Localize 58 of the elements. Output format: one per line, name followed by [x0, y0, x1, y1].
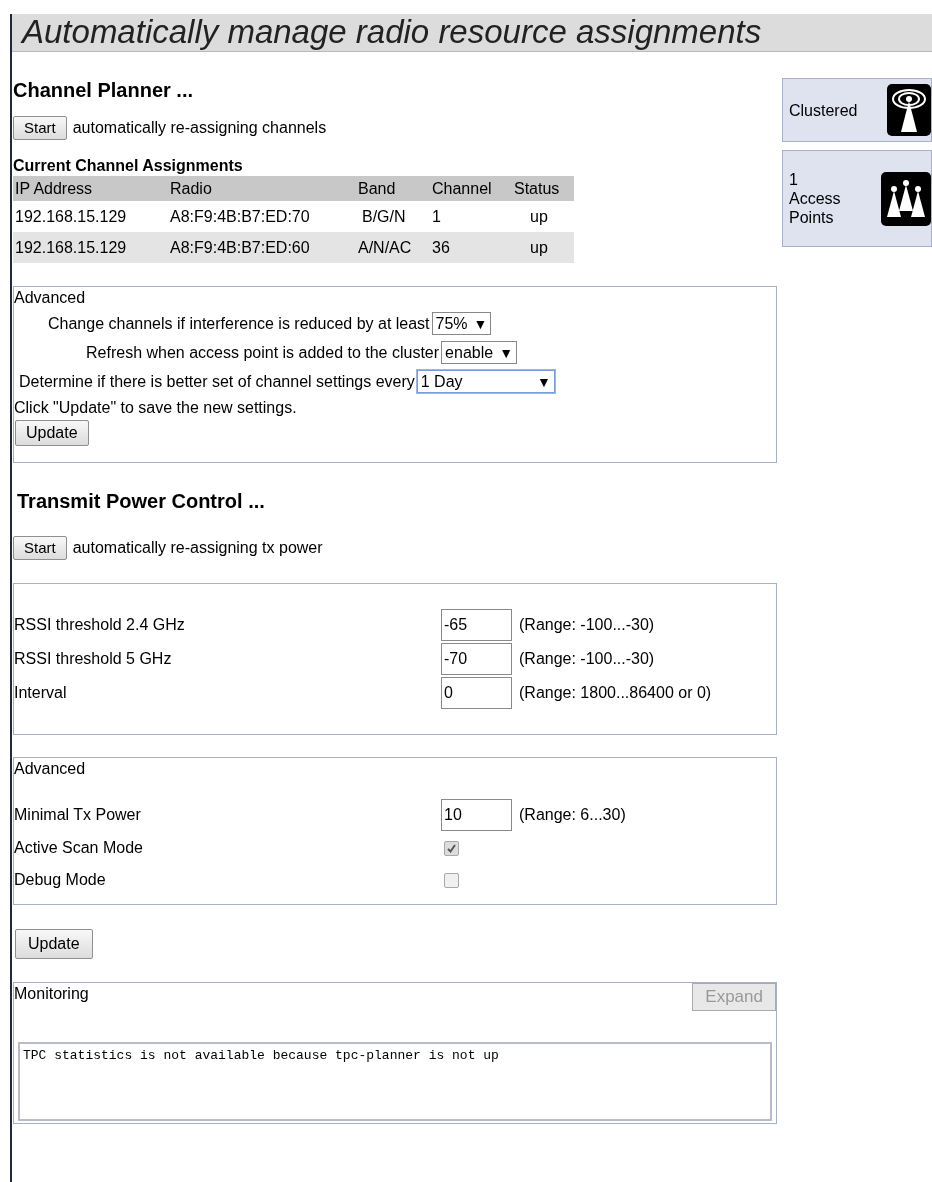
- field-label: Interval: [14, 683, 68, 703]
- start-button[interactable]: Start: [13, 116, 67, 140]
- status-text: Access: [789, 189, 841, 208]
- update-button[interactable]: Update: [15, 929, 93, 959]
- field-label: Minimal Tx Power: [14, 805, 142, 825]
- table-cell-text: 36: [431, 237, 451, 258]
- group-legend: Advanced: [14, 758, 776, 798]
- section-heading: Channel Planner ...: [13, 78, 195, 102]
- text-input[interactable]: 0: [441, 677, 512, 709]
- text-input[interactable]: -65: [441, 609, 512, 641]
- table-cell-text: A8:F9:4B:B7:ED:60: [169, 237, 311, 258]
- range-hint: (Range: 6...30): [519, 805, 626, 825]
- field-label: RSSI threshold 2.4 GHz: [14, 615, 186, 635]
- text-input[interactable]: -70: [441, 643, 512, 675]
- output-text-area: TPC statistics is not available because tpc-planner is not up: [18, 1042, 772, 1121]
- dropdown[interactable]: 1 Day ▼: [416, 370, 555, 393]
- table-cell-text: A8:F9:4B:B7:ED:70: [169, 206, 311, 227]
- status-text: 1: [789, 170, 799, 189]
- table-cell-text: B/G/N: [361, 206, 407, 227]
- setting-label: Refresh when access point is added to the cluster: [86, 342, 440, 363]
- access-points-icon: [881, 171, 931, 226]
- text-input[interactable]: 10: [441, 799, 512, 831]
- range-hint: (Range: -100...-30): [519, 649, 655, 669]
- column-header: Radio: [169, 178, 213, 199]
- status-text: Clustered: [789, 100, 858, 120]
- antenna-icon: [887, 84, 931, 136]
- group-legend: Advanced: [14, 287, 776, 309]
- column-header: Band: [357, 178, 397, 199]
- start-button[interactable]: Start: [13, 536, 67, 560]
- column-header: Channel: [431, 178, 493, 199]
- checkbox[interactable]: [444, 840, 459, 856]
- table-cell-text: 192.168.15.129: [14, 206, 128, 227]
- section-heading: Transmit Power Control ...: [16, 489, 266, 513]
- column-header: Status: [513, 178, 561, 199]
- checkbox[interactable]: [444, 872, 459, 888]
- page-title: Automatically manage radio resource assignments: [12, 14, 932, 52]
- description-text: automatically re-assigning tx power: [72, 538, 323, 558]
- dropdown[interactable]: 75% ▼: [431, 312, 492, 335]
- description-text: automatically re-assigning channels: [72, 118, 327, 138]
- field-label: RSSI threshold 5 GHz: [14, 649, 173, 669]
- setting-label: Change channels if interference is reduced by at least: [48, 313, 430, 334]
- table-cell-text: 1: [431, 206, 442, 227]
- checkbox-label: Debug Mode: [14, 870, 107, 890]
- table-heading: Current Channel Assignments: [13, 156, 244, 176]
- table-cell-text: up: [529, 237, 549, 258]
- status-text: Points: [789, 208, 835, 227]
- dropdown[interactable]: enable ▼: [441, 341, 517, 364]
- range-hint: (Range: 1800...86400 or 0): [519, 683, 712, 703]
- table-cell-text: 192.168.15.129: [14, 237, 128, 258]
- update-button[interactable]: Update: [15, 420, 89, 446]
- help-text: Click "Update" to save the new settings.: [14, 398, 298, 418]
- range-hint: (Range: -100...-30): [519, 615, 655, 635]
- column-header: IP Address: [14, 178, 94, 199]
- setting-label: Determine if there is better set of channel settings every: [19, 371, 415, 392]
- checkbox-label: Active Scan Mode: [14, 838, 144, 858]
- table-cell-text: up: [529, 206, 549, 227]
- table-cell-text: A/N/AC: [357, 237, 413, 258]
- group-legend: Monitoring: [14, 983, 89, 1042]
